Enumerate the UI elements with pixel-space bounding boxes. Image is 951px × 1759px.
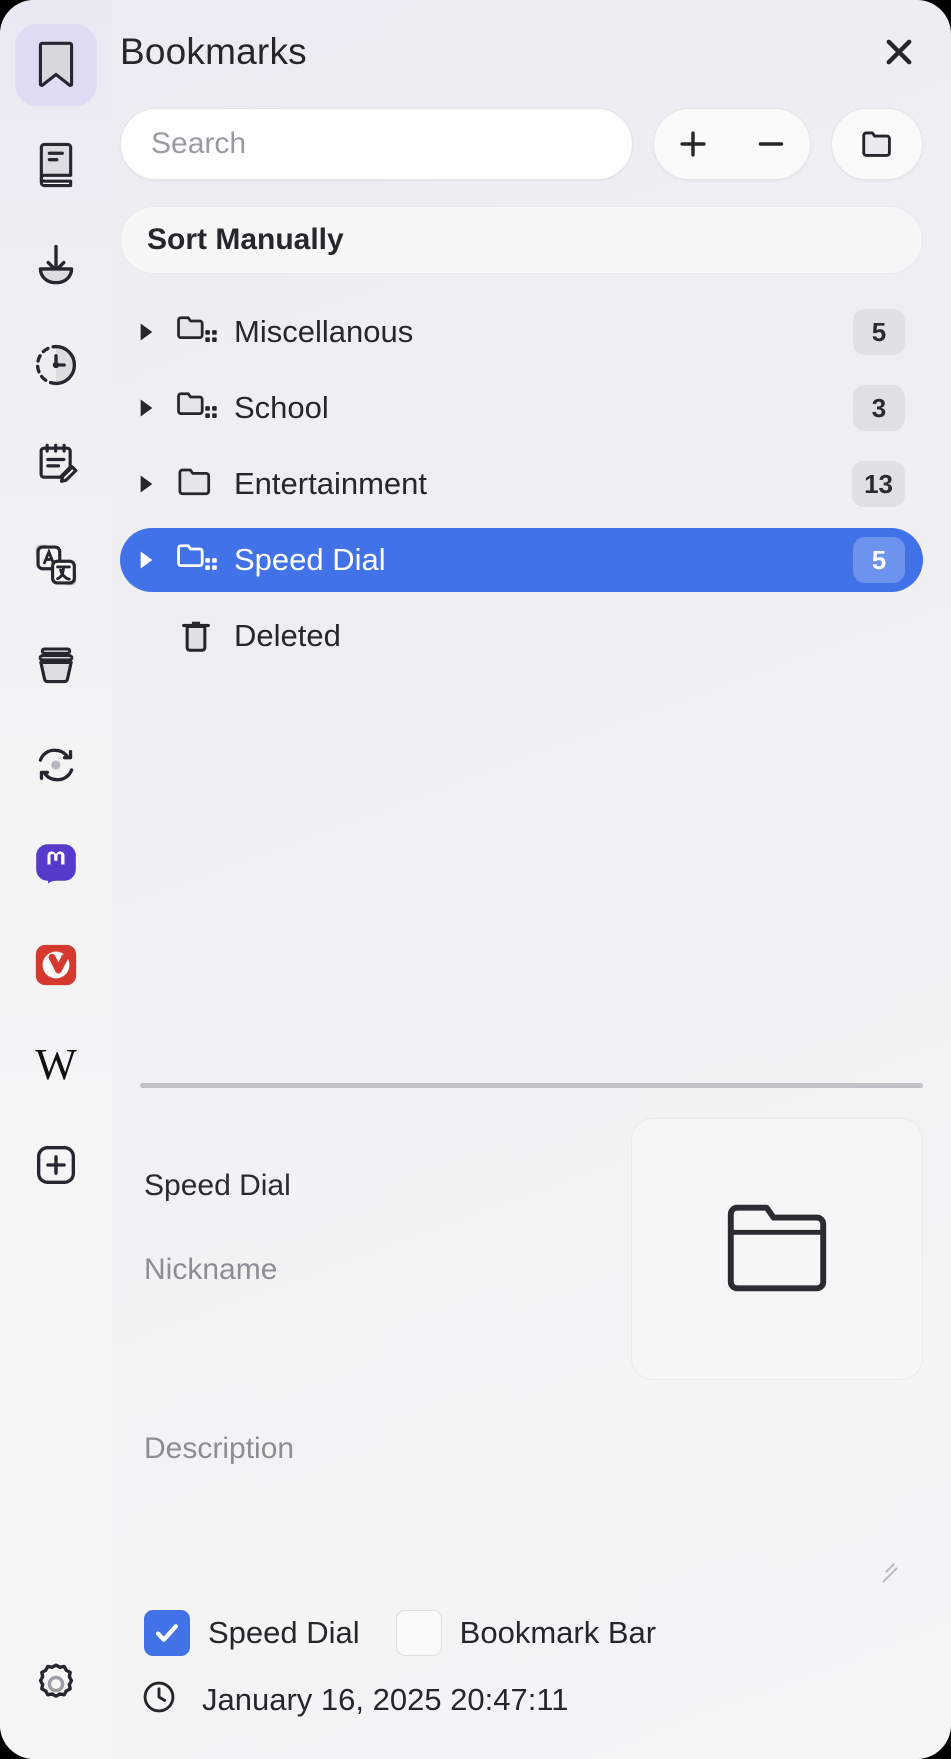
tree-row-count: 3 (853, 385, 905, 431)
sidebar-item-mastodon[interactable] (15, 824, 97, 906)
sort-label: Sort Manually (147, 223, 344, 256)
close-icon (886, 39, 912, 65)
panel-splitter[interactable] (140, 1081, 923, 1090)
folder-icon (727, 1204, 827, 1292)
tree-row-count: 5 (853, 309, 905, 355)
plus-square-icon (33, 1142, 79, 1188)
tree-row-label: School (234, 390, 329, 425)
tree-row[interactable]: Entertainment 13 (120, 452, 923, 516)
vivaldi-icon (33, 942, 79, 988)
tree-row[interactable]: Miscellanous 5 (120, 300, 923, 364)
bookmarks-toolbar (112, 104, 951, 184)
gear-icon (32, 1660, 80, 1708)
reading-list-icon (34, 141, 78, 189)
sidebar-item-downloads[interactable] (15, 224, 97, 306)
tree-row-count: 13 (852, 461, 905, 507)
created-date-row: January 16, 2025 20:47:11 (142, 1680, 923, 1759)
new-folder-button[interactable] (831, 108, 923, 180)
speeddial-folder-icon (172, 314, 220, 350)
bookmarks-panel-window: W Bookmarks Search Sort Manually Miscell… (0, 0, 951, 1759)
description-placeholder: Description (144, 1432, 295, 1465)
sidebar-item-bookmarks[interactable] (15, 24, 97, 106)
bookmarks-panel-content: Bookmarks Search Sort Manually Miscellan… (112, 0, 951, 1759)
speed-dial-checkbox[interactable] (144, 1610, 190, 1656)
plus-icon (680, 131, 706, 157)
panel-titlebar: Bookmarks (112, 0, 951, 104)
add-bookmark-button[interactable] (654, 108, 732, 180)
download-icon (33, 242, 79, 288)
sidebar-item-reading-list[interactable] (15, 124, 97, 206)
search-box[interactable] (120, 108, 633, 180)
speed-dial-checkbox-label: Speed Dial (208, 1615, 360, 1650)
mastodon-icon (33, 841, 79, 889)
settings-button[interactable] (15, 1643, 97, 1725)
description-field[interactable]: Description (144, 1432, 923, 1582)
sidebar-item-history[interactable] (15, 324, 97, 406)
tree-row-label: Deleted (234, 618, 341, 653)
sync-arrows-icon (32, 744, 80, 786)
created-date-text: January 16, 2025 20:47:11 (202, 1681, 569, 1717)
sidebar-item-window[interactable] (15, 624, 97, 706)
title-field[interactable]: Speed Dial (144, 1144, 605, 1228)
folder-icon (862, 131, 891, 157)
sidebar-item-add-web-panel[interactable] (15, 1124, 97, 1206)
sort-selector[interactable]: Sort Manually (120, 206, 923, 274)
bookmark-detail-pane: Speed Dial Nickname Description Speed Di… (112, 1090, 951, 1759)
tree-row-deleted[interactable]: Deleted (120, 604, 923, 668)
detail-top-row: Speed Dial Nickname (120, 1118, 923, 1380)
location-checkbox-row: Speed Dial Bookmark Bar (144, 1610, 923, 1656)
sidebar-item-translate[interactable] (15, 524, 97, 606)
resize-grip-icon[interactable] (879, 1560, 901, 1582)
wikipedia-w-icon: W (35, 1040, 77, 1089)
bookmarks-tree: Miscellanous 5 School 3 Entertainment 13… (112, 300, 951, 1081)
expand-arrow-icon[interactable] (120, 321, 172, 343)
sidebar-item-vivaldi[interactable] (15, 924, 97, 1006)
sidebar-item-sync[interactable] (15, 724, 97, 806)
bookmark-bar-checkbox[interactable] (395, 1610, 442, 1656)
tree-row-selected[interactable]: Speed Dial 5 (120, 528, 923, 592)
thumbnail-preview[interactable] (631, 1118, 923, 1380)
folder-icon (172, 466, 220, 502)
tree-row[interactable]: School 3 (120, 376, 923, 440)
tree-row-label: Miscellanous (234, 314, 414, 349)
history-clock-icon (33, 342, 79, 388)
check-icon (155, 1624, 178, 1642)
bookmark-icon (34, 39, 78, 91)
sidebar-item-wikipedia[interactable]: W (15, 1024, 97, 1106)
window-basket-icon (33, 643, 79, 687)
speeddial-folder-icon (172, 390, 220, 426)
bookmark-bar-checkbox-label: Bookmark Bar (459, 1615, 657, 1650)
page-title: Bookmarks (120, 31, 307, 72)
tree-row-count: 5 (853, 537, 905, 583)
tree-row-label: Speed Dial (234, 542, 386, 577)
speeddial-folder-icon (172, 542, 220, 578)
expand-arrow-icon[interactable] (120, 473, 172, 495)
close-panel-button[interactable] (873, 26, 925, 78)
trash-icon (172, 617, 220, 655)
detail-fields: Speed Dial Nickname (120, 1118, 605, 1380)
clock-icon (142, 1680, 176, 1719)
remove-bookmark-button[interactable] (732, 108, 810, 180)
expand-arrow-icon[interactable] (120, 397, 172, 419)
notes-edit-icon (33, 441, 79, 489)
expand-arrow-icon[interactable] (120, 549, 172, 571)
minus-icon (758, 142, 784, 146)
sidebar-item-notes[interactable] (15, 424, 97, 506)
add-remove-group (653, 108, 811, 180)
nickname-field[interactable]: Nickname (144, 1228, 605, 1312)
search-input[interactable] (151, 127, 602, 161)
translate-icon (32, 541, 80, 589)
tree-row-label: Entertainment (234, 466, 427, 501)
panel-switcher-rail: W (0, 0, 112, 1759)
